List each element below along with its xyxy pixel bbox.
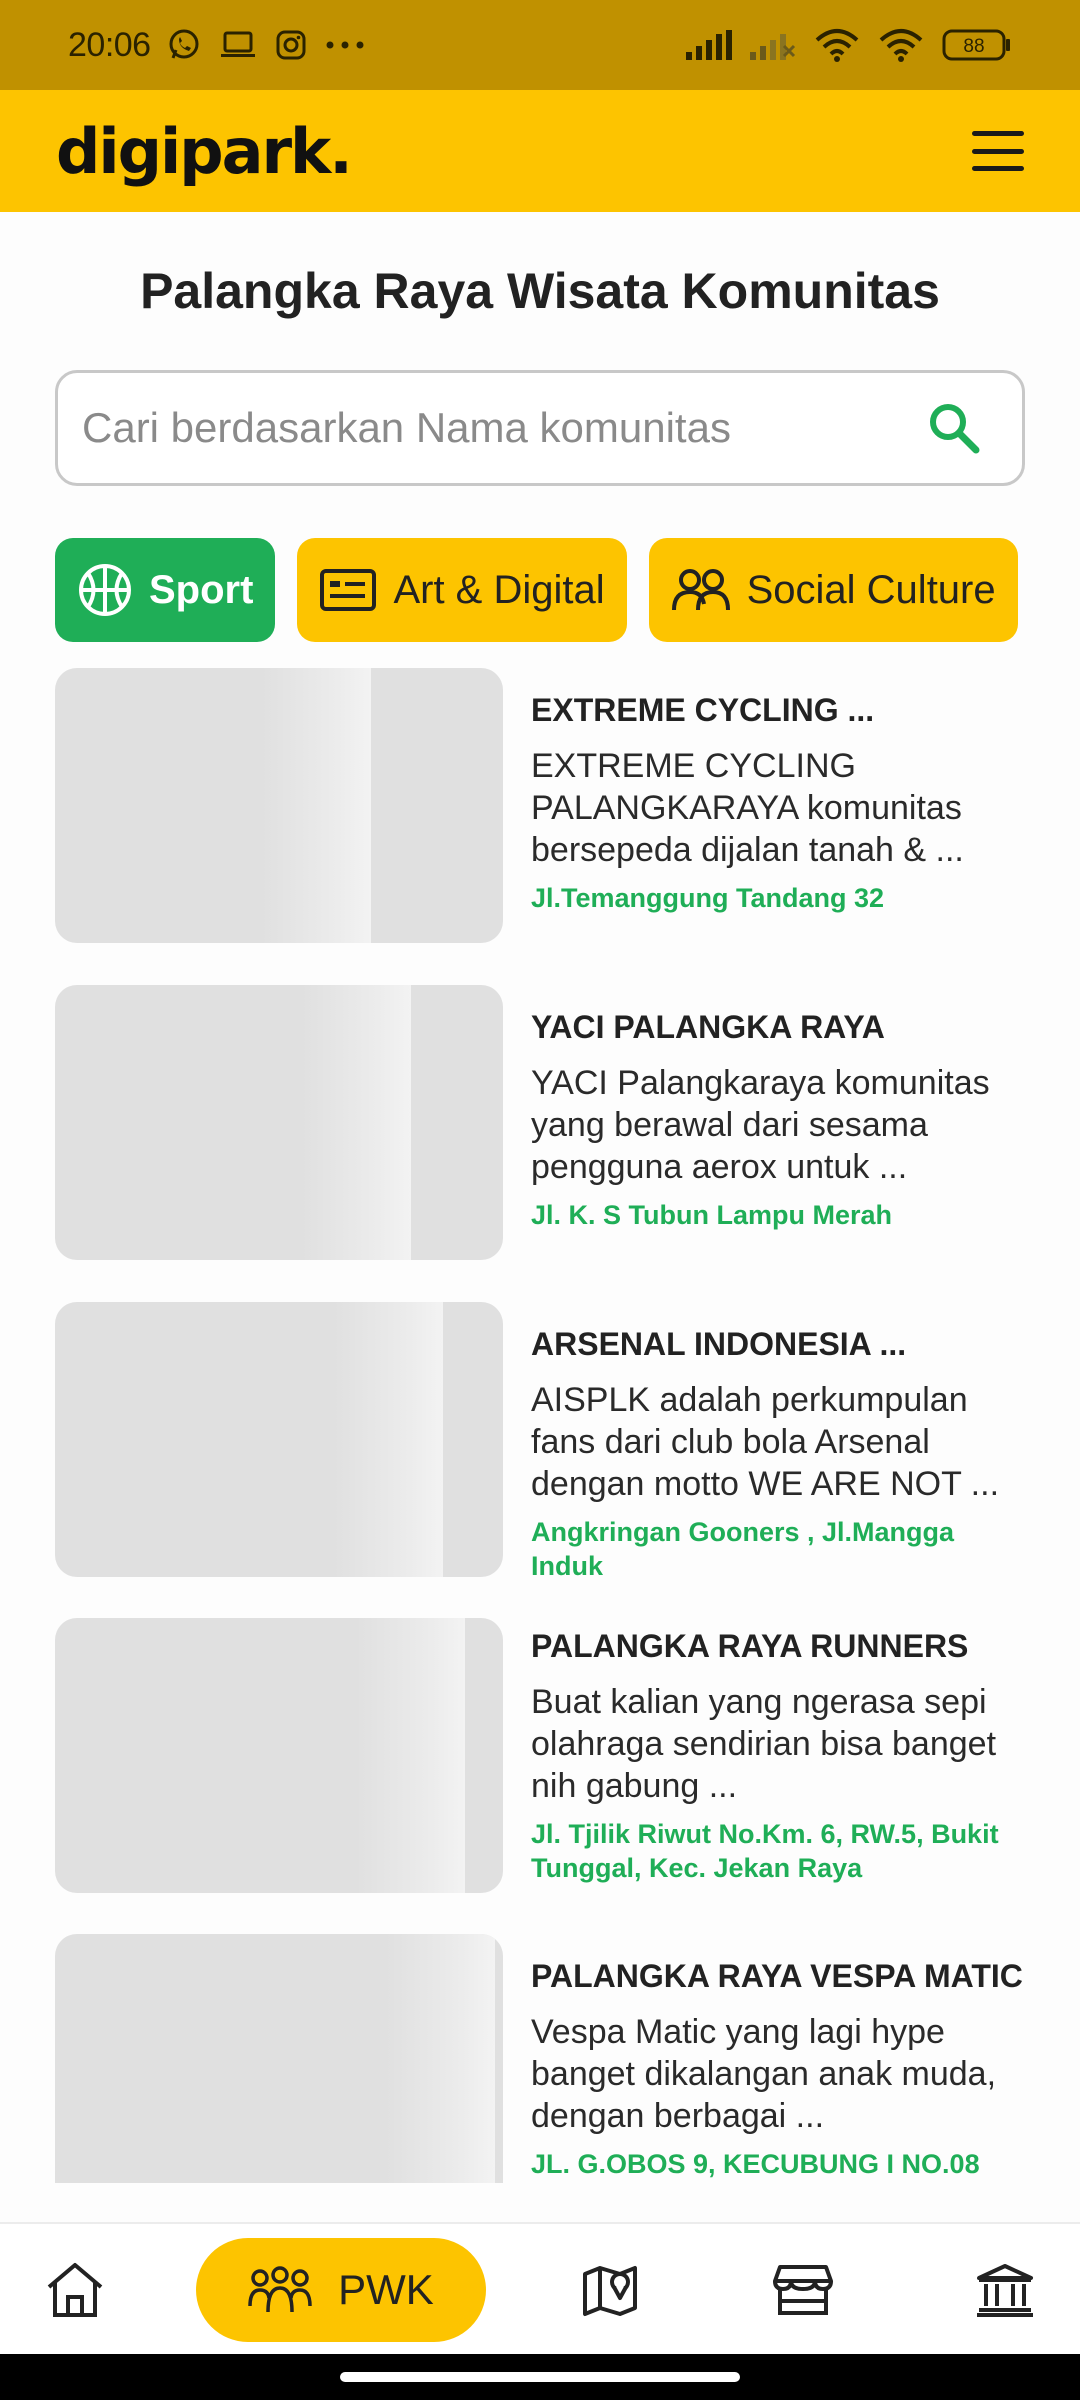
hamburger-icon-line xyxy=(972,166,1024,171)
community-title: PALANGKA RAYA VESPA MATIC xyxy=(531,1958,1023,1994)
community-thumbnail xyxy=(55,1618,503,1893)
community-info: ARSENAL INDONESIA ... AISPLK adalah perk… xyxy=(531,1302,1025,1581)
community-address: Angkringan Gooners , Jl.Mangga Induk xyxy=(531,1517,955,1581)
community-info: PALANGKA RAYA VESPA MATIC Vespa Matic ya… xyxy=(531,1934,1025,2183)
battery-level: 88 xyxy=(963,36,984,57)
search-box xyxy=(55,370,1025,486)
nav-map[interactable] xyxy=(565,2224,655,2356)
category-chips: Sport Art & Digital Social Culture xyxy=(55,538,1025,642)
status-bar: 20:06 88 xyxy=(0,0,1080,90)
community-info: EXTREME CYCLING ... EXTREME CYCLING PALA… xyxy=(531,668,1025,943)
laptop-icon xyxy=(220,31,255,57)
home-icon xyxy=(47,2263,103,2317)
gesture-bar[interactable] xyxy=(340,2372,740,2382)
community-info: YACI PALANGKA RAYA YACI Palangkaraya kom… xyxy=(531,985,1025,1260)
map-icon xyxy=(583,2266,637,2316)
nav-museum[interactable] xyxy=(960,2224,1050,2356)
whatsapp-icon xyxy=(169,29,199,59)
nav-home[interactable] xyxy=(30,2224,120,2356)
community-address: JL. G.OBOS 9, KECUBUNG I NO.08 xyxy=(531,2149,980,2179)
status-icons-right: 88 xyxy=(686,28,1012,62)
signal-icon xyxy=(686,30,732,60)
community-icon xyxy=(248,2266,312,2313)
category-social-culture[interactable]: Social Culture xyxy=(648,538,1018,642)
digipark-logo[interactable]: digipark. xyxy=(56,115,353,188)
basketball-icon xyxy=(79,564,131,616)
community-title: ARSENAL INDONESIA ... xyxy=(531,1326,907,1362)
nav-pwk-label: PWK xyxy=(338,2266,434,2313)
instagram-icon xyxy=(276,30,306,60)
museum-icon xyxy=(977,2264,1033,2317)
gesture-area xyxy=(0,2354,1080,2400)
community-description: EXTREME CYCLING PALANGKARAYA komunitas b… xyxy=(531,747,964,869)
app-header: digipark. xyxy=(0,90,1080,212)
list-item[interactable]: ARSENAL INDONESIA ... AISPLK adalah perk… xyxy=(55,1302,1025,1581)
community-description: AISPLK adalah perkumpulan fans dari club… xyxy=(531,1381,1000,1503)
community-title: YACI PALANGKA RAYA xyxy=(531,1009,885,1045)
community-list: EXTREME CYCLING ... EXTREME CYCLING PALA… xyxy=(55,668,1025,2183)
wifi-icon xyxy=(879,29,923,62)
category-art-digital[interactable]: Art & Digital xyxy=(297,538,627,642)
status-icons-left xyxy=(167,28,365,62)
status-time: 20:06 xyxy=(68,25,151,64)
id-card-icon xyxy=(320,569,377,611)
category-art-digital-label: Art & Digital xyxy=(393,567,605,612)
community-thumbnail xyxy=(55,1934,503,2183)
bottom-nav: PWK xyxy=(0,2222,1080,2354)
search-icon[interactable] xyxy=(924,398,984,458)
hamburger-icon xyxy=(972,131,1024,136)
hamburger-menu-button[interactable] xyxy=(972,131,1024,171)
battery-icon: 88 xyxy=(942,29,1010,61)
community-title: EXTREME CYCLING ... xyxy=(531,692,875,728)
list-item[interactable]: EXTREME CYCLING ... EXTREME CYCLING PALA… xyxy=(55,668,1025,943)
category-sport-label: Sport xyxy=(149,567,254,612)
search-input[interactable] xyxy=(82,404,924,452)
community-description: Vespa Matic yang lagi hype banget dikala… xyxy=(531,2013,997,2135)
community-title: PALANGKA RAYA RUNNERS xyxy=(531,1628,969,1664)
category-sport[interactable]: Sport xyxy=(55,538,276,642)
wifi-icon xyxy=(815,29,859,62)
hamburger-icon-line xyxy=(972,148,1024,154)
community-description: YACI Palangkaraya komunitas yang berawal… xyxy=(531,1064,990,1186)
community-description: Buat kalian yang ngerasa sepi olahraga s… xyxy=(531,1683,997,1805)
nav-store[interactable] xyxy=(758,2224,848,2356)
signal-weak-icon xyxy=(750,34,796,60)
list-item[interactable]: PALANGKA RAYA VESPA MATIC Vespa Matic ya… xyxy=(55,1934,1025,2183)
community-address: Jl.Temanggung Tandang 32 xyxy=(531,883,885,913)
store-icon xyxy=(773,2265,833,2315)
community-address: Jl. Tjilik Riwut No.Km. 6, RW.5, Bukit T… xyxy=(531,1819,999,1883)
more-dots-icon xyxy=(326,41,364,49)
page-title: Palangka Raya Wisata Komunitas xyxy=(140,263,940,319)
list-item[interactable]: YACI PALANGKA RAYA YACI Palangkaraya kom… xyxy=(55,985,1025,1260)
people-icon xyxy=(671,569,730,611)
community-info: PALANGKA RAYA RUNNERS Buat kalian yang n… xyxy=(531,1618,1025,1893)
community-thumbnail xyxy=(55,668,503,943)
list-item[interactable]: PALANGKA RAYA RUNNERS Buat kalian yang n… xyxy=(55,1618,1025,1893)
community-thumbnail xyxy=(55,1302,503,1577)
category-social-culture-label: Social Culture xyxy=(746,567,996,612)
community-address: Jl. K. S Tubun Lampu Merah xyxy=(531,1200,893,1230)
nav-pwk[interactable]: PWK xyxy=(196,2238,486,2342)
community-thumbnail xyxy=(55,985,503,1260)
